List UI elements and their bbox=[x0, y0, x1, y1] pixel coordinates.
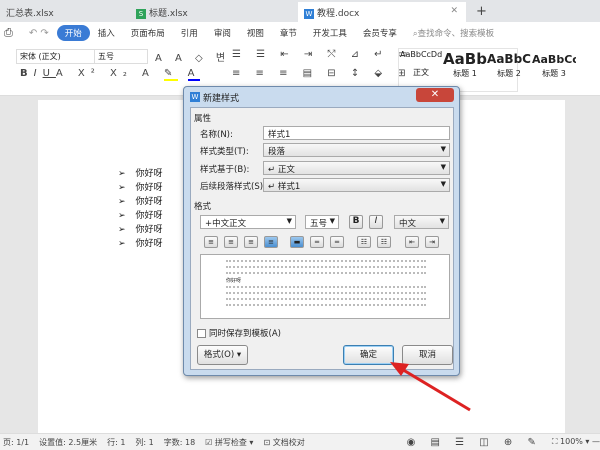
row-value: 行: 1 bbox=[107, 437, 126, 447]
spell-check-button[interactable]: ☑ 拼写检查 ▾ bbox=[205, 437, 253, 448]
setting-value: 设置值: 2.5厘米 bbox=[39, 437, 98, 447]
page-count: 页: 1/1 bbox=[3, 437, 30, 447]
word-count[interactable]: 字数: 18 bbox=[164, 437, 195, 448]
status-bar: 页: 1/1 设置值: 2.5厘米 行: 1 列: 1 字数: 18 ☑ 拼写检… bbox=[0, 433, 600, 450]
proofread-button[interactable]: ⊡ 文档校对 bbox=[263, 437, 304, 448]
view-mode-icons[interactable]: ◉ ▤ ☰ ◫ ⊕ ✎ bbox=[407, 437, 542, 448]
red-arrow-annotation bbox=[390, 362, 471, 412]
proof-label: 文档校对 bbox=[272, 437, 305, 447]
zoom-value: 100% bbox=[560, 437, 583, 446]
zoom-control[interactable]: ⛶ 100% ▾ — bbox=[552, 437, 600, 447]
spell-label: 拼写检查 bbox=[214, 437, 247, 447]
col-value: 列: 1 bbox=[135, 437, 154, 447]
